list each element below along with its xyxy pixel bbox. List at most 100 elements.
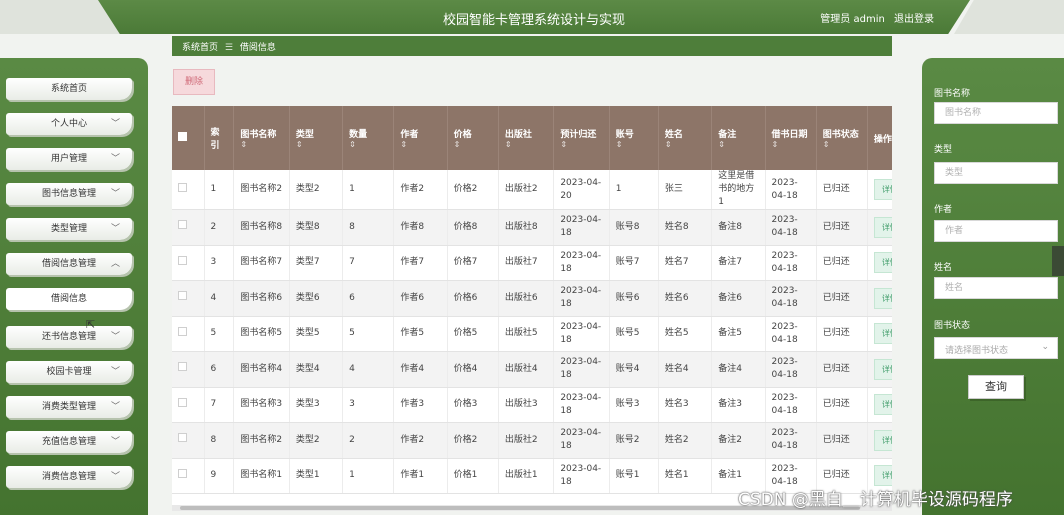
sidebar-item-personal-center[interactable]: 个人中心 ﹀ (6, 113, 132, 135)
sidebar-item-consumption-info-management[interactable]: 消费信息管理 ﹀ (6, 466, 132, 488)
query-button[interactable]: 查询 (968, 375, 1024, 399)
row-select-cell (172, 387, 205, 423)
detail-button[interactable]: 详情 (873, 358, 892, 380)
table-row: 5 图书名称5 类型5 5 作者5 价格5 出版社5 2023-04-18 账号5 姓名5 备注5 2… (172, 316, 892, 352)
sort-icon[interactable]: ⇕ (616, 140, 652, 149)
detail-button[interactable]: 详情 (873, 287, 892, 309)
sidebar-item-label: 校园卡管理 (46, 367, 92, 377)
row-checkbox[interactable] (178, 291, 187, 301)
panel-collapse-handle[interactable] (1052, 246, 1064, 276)
row-checkbox[interactable] (178, 220, 187, 230)
sidebar-item-campus-card-management[interactable]: 校园卡管理 ﹀ (6, 361, 132, 383)
sort-icon[interactable]: ⇕ (296, 140, 336, 149)
detail-button[interactable]: 详情 (873, 323, 892, 345)
cell-due-date: 2023-04-18 (553, 422, 610, 459)
row-checkbox[interactable] (178, 182, 187, 192)
select-all-checkbox[interactable] (178, 132, 187, 141)
cell-index: 8 (204, 422, 235, 459)
col-author[interactable]: 作者 ⇕ (393, 106, 448, 170)
cell-name: 姓名3 (658, 387, 713, 423)
sidebar-item-home[interactable]: 系统首页 (6, 78, 132, 100)
row-checkbox[interactable] (178, 362, 187, 372)
col-name[interactable]: 姓名 ⇕ (658, 106, 713, 170)
sort-icon[interactable]: ⇕ (823, 140, 861, 149)
table-row: 4 图书名称6 类型6 6 作者6 价格6 出版社6 2023-04-18 账号6 姓名6 备注6 2… (172, 280, 892, 317)
sidebar-item-type-management[interactable]: 类型管理 ﹀ (6, 218, 132, 240)
col-type[interactable]: 类型 ⇕ (289, 106, 344, 170)
row-checkbox[interactable] (178, 468, 187, 478)
delete-button[interactable]: 删除 (173, 69, 215, 95)
cell-account: 账号8 (609, 209, 659, 246)
book-name-input[interactable] (934, 102, 1058, 124)
sidebar-item-book-info-management[interactable]: 图书信息管理 ﹀ (6, 183, 132, 205)
col-remark[interactable]: 备注 ⇕ (711, 106, 766, 170)
cell-status: 已归还 (816, 280, 868, 317)
cell-publisher: 出版社3 (498, 387, 555, 423)
cell-action: 详情 (867, 316, 892, 352)
cell-remark: 这里是借书的地方1 (711, 170, 766, 210)
cell-price: 价格3 (447, 387, 499, 423)
cell-index: 1 (204, 170, 235, 210)
cell-book-name: 图书名称3 (233, 387, 290, 423)
row-checkbox[interactable] (178, 255, 187, 265)
sort-icon[interactable]: ⇕ (454, 140, 492, 149)
name-input[interactable] (934, 277, 1058, 299)
col-book-name[interactable]: 图书名称 ⇕ (233, 106, 290, 170)
sidebar-item-user-management[interactable]: 用户管理 ﹀ (6, 148, 132, 170)
cell-borrow-date: 2023-04-18 (765, 280, 817, 317)
sort-icon[interactable]: ⇕ (349, 140, 387, 149)
col-account[interactable]: 账号 ⇕ (609, 106, 659, 170)
sort-icon[interactable]: ⇕ (505, 140, 547, 149)
logout-link[interactable]: 退出登录 (894, 14, 934, 25)
sidebar-item-return-info-management[interactable]: 还书信息管理 ﹀ (6, 326, 132, 348)
table-row: 1 图书名称2 类型2 1 作者2 价格2 出版社2 2023-04-20 1 张三 这里是借书的地… (172, 170, 892, 210)
status-select[interactable]: 请选择图书状态 ⌄ (934, 337, 1058, 359)
cell-publisher: 出版社5 (498, 316, 555, 352)
cell-account: 账号7 (609, 245, 659, 281)
cell-remark: 备注7 (711, 245, 766, 281)
row-checkbox[interactable] (178, 397, 187, 407)
cell-type: 类型2 (289, 170, 344, 210)
sidebar-item-label: 类型管理 (50, 224, 87, 234)
row-checkbox[interactable] (178, 433, 187, 443)
detail-button[interactable]: 详情 (873, 216, 892, 238)
sort-icon[interactable]: ⇕ (240, 140, 282, 149)
user-info: 管理员 admin 退出登录 (814, 10, 934, 25)
sort-icon[interactable]: ⇕ (665, 140, 705, 149)
breadcrumb-home[interactable]: 系统首页 (182, 43, 218, 53)
detail-button[interactable]: 详情 (873, 252, 892, 274)
cell-index: 6 (204, 351, 235, 388)
sidebar-item-recharge-info-management[interactable]: 充值信息管理 ﹀ (6, 431, 132, 453)
col-quantity[interactable]: 数量 ⇕ (342, 106, 395, 170)
detail-button[interactable]: 详情 (873, 179, 892, 200)
cell-action: 详情 (867, 387, 892, 423)
sidebar-item-consumption-type-management[interactable]: 消费类型管理 ﹀ (6, 396, 132, 418)
borrow-table: 索引 图书名称 ⇕ 类型 ⇕ 数量 ⇕ 作者 ⇕ 价格 ⇕ 出版社 ⇕ 预计归还 ⇕ 账号 ⇕ … (172, 106, 892, 508)
cell-type: 类型5 (289, 316, 344, 352)
row-checkbox[interactable] (178, 326, 187, 336)
sidebar-subitem-borrow-info[interactable]: 借阅信息 (6, 288, 132, 310)
col-borrow-date[interactable]: 借书日期 ⇕ (765, 106, 817, 170)
cell-quantity: 7 (342, 245, 395, 281)
col-price[interactable]: 价格 ⇕ (447, 106, 499, 170)
sort-icon[interactable]: ⇕ (772, 140, 810, 149)
col-due-date[interactable]: 预计归还 ⇕ (553, 106, 610, 170)
author-input[interactable] (934, 220, 1058, 242)
sort-icon[interactable]: ⇕ (718, 140, 758, 149)
sidebar-item-borrow-info-management[interactable]: 借阅信息管理 ︿ (6, 253, 132, 275)
col-publisher[interactable]: 出版社 ⇕ (498, 106, 555, 170)
cell-price: 价格5 (447, 316, 499, 352)
sort-icon[interactable]: ⇕ (400, 140, 440, 149)
cell-book-name: 图书名称6 (233, 280, 290, 317)
table-row: 8 图书名称2 类型2 2 作者2 价格2 出版社2 2023-04-18 账号2 姓名2 备注2 2… (172, 422, 892, 459)
type-input[interactable] (934, 162, 1058, 184)
cell-book-name: 图书名称2 (233, 170, 290, 210)
cell-price: 价格1 (447, 458, 499, 494)
detail-button[interactable]: 详情 (873, 429, 892, 451)
detail-button[interactable]: 详情 (873, 394, 892, 416)
sort-icon[interactable]: ⇕ (560, 140, 602, 149)
col-status[interactable]: 图书状态 ⇕ (816, 106, 868, 170)
cell-name: 姓名6 (658, 280, 713, 317)
detail-button[interactable]: 详情 (873, 465, 892, 487)
chevron-up-icon: ︿ (110, 259, 120, 269)
